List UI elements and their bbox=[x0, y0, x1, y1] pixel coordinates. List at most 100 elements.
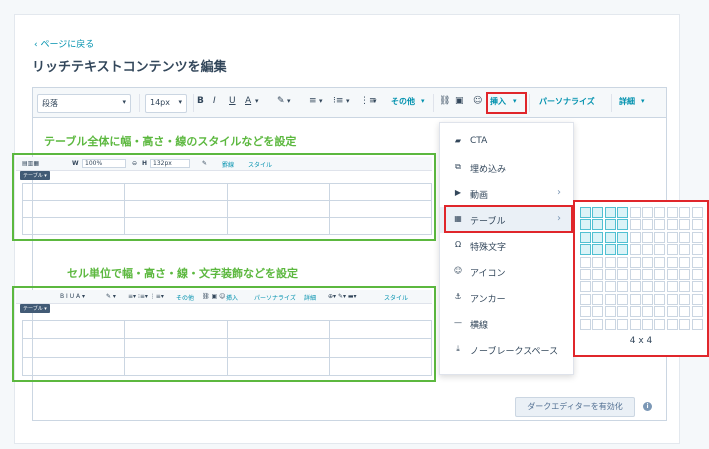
table-size-cell[interactable] bbox=[629, 244, 641, 256]
table-size-cell[interactable] bbox=[604, 318, 616, 330]
table-size-cell[interactable] bbox=[629, 318, 641, 330]
table-size-cell[interactable] bbox=[679, 219, 691, 231]
table-size-cell[interactable] bbox=[654, 306, 666, 318]
table-size-cell[interactable] bbox=[604, 281, 616, 293]
table-size-cell[interactable] bbox=[654, 244, 666, 256]
table-size-cell[interactable] bbox=[691, 207, 703, 218]
table-size-cell[interactable] bbox=[691, 219, 703, 231]
image-icon[interactable]: ▣ bbox=[455, 96, 464, 106]
table-size-cell[interactable] bbox=[642, 207, 653, 218]
table-size-cell[interactable] bbox=[592, 207, 604, 218]
table-size-cell[interactable] bbox=[679, 269, 691, 280]
table-size-cell[interactable] bbox=[604, 293, 616, 305]
link-icon[interactable]: ⛓ bbox=[439, 96, 450, 106]
bullet-list-icon[interactable]: ⁝≡ bbox=[333, 96, 343, 106]
table-size-cell[interactable] bbox=[604, 207, 616, 218]
table-size-cell[interactable] bbox=[679, 256, 691, 268]
example-table-2[interactable] bbox=[21, 319, 433, 377]
table-size-cell[interactable] bbox=[666, 318, 678, 330]
table-size-cell[interactable] bbox=[666, 306, 678, 318]
table-size-cell[interactable] bbox=[666, 244, 678, 256]
cell-style-button[interactable]: スタイル bbox=[384, 293, 408, 302]
table-size-cell[interactable] bbox=[666, 269, 678, 280]
table-size-cell[interactable] bbox=[691, 281, 703, 293]
table-size-cell[interactable] bbox=[654, 293, 666, 305]
table-size-cell[interactable] bbox=[629, 219, 641, 231]
table-size-picker[interactable]: 4 x 4 bbox=[573, 200, 709, 357]
table-size-cell[interactable] bbox=[642, 306, 653, 318]
table-size-cell[interactable] bbox=[592, 219, 604, 231]
table-size-cell[interactable] bbox=[592, 256, 604, 268]
table-size-cell[interactable] bbox=[592, 231, 604, 243]
table-size-cell[interactable] bbox=[592, 306, 604, 318]
table-size-cell[interactable] bbox=[580, 306, 591, 318]
paragraph-format-select[interactable]: 段落 ▾ bbox=[37, 94, 131, 113]
personalize-button[interactable]: パーソナライズ bbox=[254, 293, 296, 302]
table-size-cell[interactable] bbox=[642, 244, 653, 256]
menu-item-cta[interactable]: ▰ CTA bbox=[440, 129, 575, 155]
chevron-down-icon[interactable]: ▾ bbox=[641, 97, 645, 105]
details-button[interactable]: 詳細 bbox=[619, 96, 635, 107]
table-size-cell[interactable] bbox=[617, 231, 629, 243]
table-size-cell[interactable] bbox=[580, 269, 591, 280]
table-size-cell[interactable] bbox=[580, 219, 591, 231]
menu-item-video[interactable]: ▶ 動画 › bbox=[440, 181, 575, 207]
example-table-1[interactable] bbox=[21, 183, 433, 235]
table-size-cell[interactable] bbox=[642, 269, 653, 280]
back-to-page-link[interactable]: ‹ ページに戻る bbox=[34, 37, 94, 50]
text-color-button[interactable]: A bbox=[245, 96, 251, 106]
menu-item-nbsp[interactable]: ⤓ ノーブレークスペース bbox=[440, 337, 575, 363]
table-size-cell[interactable] bbox=[679, 293, 691, 305]
table-size-cell[interactable] bbox=[642, 281, 653, 293]
table-size-cell[interactable] bbox=[666, 219, 678, 231]
chevron-down-icon[interactable]: ▾ bbox=[421, 97, 425, 105]
table-size-cell[interactable] bbox=[629, 231, 641, 243]
italic-button[interactable]: I bbox=[213, 96, 216, 106]
chevron-down-icon[interactable]: ▾ bbox=[255, 97, 259, 105]
border-button[interactable]: 罫線 bbox=[222, 160, 234, 169]
table-size-cell[interactable] bbox=[666, 293, 678, 305]
table-size-cell[interactable] bbox=[691, 318, 703, 330]
table-size-cell[interactable] bbox=[592, 293, 604, 305]
table-size-cell[interactable] bbox=[691, 293, 703, 305]
table-size-cell[interactable] bbox=[592, 318, 604, 330]
table-size-cell[interactable] bbox=[617, 269, 629, 280]
text-format-icons[interactable]: B I U A ▾ bbox=[60, 293, 85, 300]
table-size-cell[interactable] bbox=[691, 269, 703, 280]
table-size-cell[interactable] bbox=[654, 269, 666, 280]
table-size-cell[interactable] bbox=[679, 318, 691, 330]
details-button[interactable]: 詳細 bbox=[304, 293, 316, 302]
align-icon[interactable]: ▤▥▦ bbox=[22, 160, 39, 167]
lock-icon[interactable]: ⊖ bbox=[132, 160, 137, 167]
table-size-cell[interactable] bbox=[617, 293, 629, 305]
table-size-cell[interactable] bbox=[654, 281, 666, 293]
table-size-cell[interactable] bbox=[654, 231, 666, 243]
table-size-cell[interactable] bbox=[617, 256, 629, 268]
table-size-cell[interactable] bbox=[642, 256, 653, 268]
menu-item-horizontal-rule[interactable]: — 横線 bbox=[440, 311, 575, 337]
table-size-cell[interactable] bbox=[580, 256, 591, 268]
table-size-cell[interactable] bbox=[642, 293, 653, 305]
personalize-button[interactable]: パーソナライズ bbox=[539, 96, 595, 107]
media-icons[interactable]: ⛓ ▣ ☺ bbox=[202, 293, 225, 300]
table-size-cell[interactable] bbox=[679, 306, 691, 318]
table-size-cell[interactable] bbox=[691, 231, 703, 243]
table-size-cell[interactable] bbox=[604, 256, 616, 268]
table-size-cell[interactable] bbox=[604, 219, 616, 231]
align-icon[interactable]: ≡ bbox=[309, 96, 317, 106]
cell-tools-icons[interactable]: ⊕▾ ✎▾ ▬▾ bbox=[328, 293, 357, 300]
table-size-cell[interactable] bbox=[580, 318, 591, 330]
table-size-cell[interactable] bbox=[580, 281, 591, 293]
table-size-cell[interactable] bbox=[617, 207, 629, 218]
table-size-cell[interactable] bbox=[691, 306, 703, 318]
emoji-icon[interactable]: ☺ bbox=[473, 96, 482, 106]
table-size-cell[interactable] bbox=[654, 256, 666, 268]
table-size-cell[interactable] bbox=[642, 318, 653, 330]
table-size-cell[interactable] bbox=[679, 231, 691, 243]
table-size-cell[interactable] bbox=[629, 207, 641, 218]
table-size-cell[interactable] bbox=[642, 219, 653, 231]
table-size-cell[interactable] bbox=[666, 281, 678, 293]
chevron-down-icon[interactable]: ▾ bbox=[373, 97, 377, 105]
table-size-cell[interactable] bbox=[654, 318, 666, 330]
info-icon[interactable]: i bbox=[643, 402, 652, 411]
